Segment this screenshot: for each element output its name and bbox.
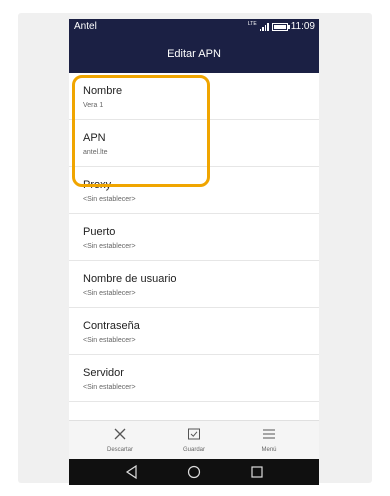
setting-value: <Sin establecer>: [83, 290, 136, 297]
signal-icon: [259, 22, 269, 31]
system-nav-bar: [69, 459, 319, 485]
home-icon[interactable]: [184, 462, 204, 482]
setting-title: Puerto: [83, 226, 116, 238]
setting-value: <Sin establecer>: [83, 196, 136, 203]
carrier-name: Antel: [74, 21, 97, 32]
status-icons: LTE 11:09: [247, 20, 315, 33]
setting-username[interactable]: Nombre de usuario <Sin establecer>: [69, 261, 319, 308]
discard-label: Descartar: [106, 447, 133, 453]
clock: 11:09: [290, 21, 315, 32]
app-bar: Editar APN: [69, 36, 319, 73]
menu-icon: [263, 429, 275, 439]
discard-button[interactable]: Descartar: [90, 421, 150, 459]
setting-server[interactable]: Servidor <Sin establecer>: [69, 355, 319, 402]
battery-icon: [271, 22, 290, 31]
status-bar: Antel LTE 11:09: [69, 19, 319, 36]
menu-label: Menú: [261, 447, 277, 453]
save-check-icon: [188, 428, 200, 440]
highlight-box: [72, 75, 210, 187]
bottom-action-bar: Descartar Guardar Menú: [69, 420, 319, 459]
setting-value: <Sin establecer>: [83, 337, 136, 344]
setting-title: Contraseña: [83, 320, 140, 332]
recents-icon[interactable]: [247, 462, 267, 482]
menu-button[interactable]: Menú: [239, 421, 299, 459]
save-button[interactable]: Guardar: [164, 421, 224, 459]
setting-password[interactable]: Contraseña <Sin establecer>: [69, 308, 319, 355]
back-icon[interactable]: [122, 462, 142, 482]
page-title: Editar APN: [167, 48, 221, 60]
save-label: Guardar: [182, 447, 205, 453]
setting-value: <Sin establecer>: [83, 384, 136, 391]
setting-value: <Sin establecer>: [83, 243, 136, 250]
setting-title: Nombre de usuario: [83, 273, 177, 285]
close-icon: [114, 428, 126, 440]
setting-port[interactable]: Puerto <Sin establecer>: [69, 214, 319, 261]
setting-title: Servidor: [83, 367, 124, 379]
network-type: LTE: [247, 20, 257, 27]
